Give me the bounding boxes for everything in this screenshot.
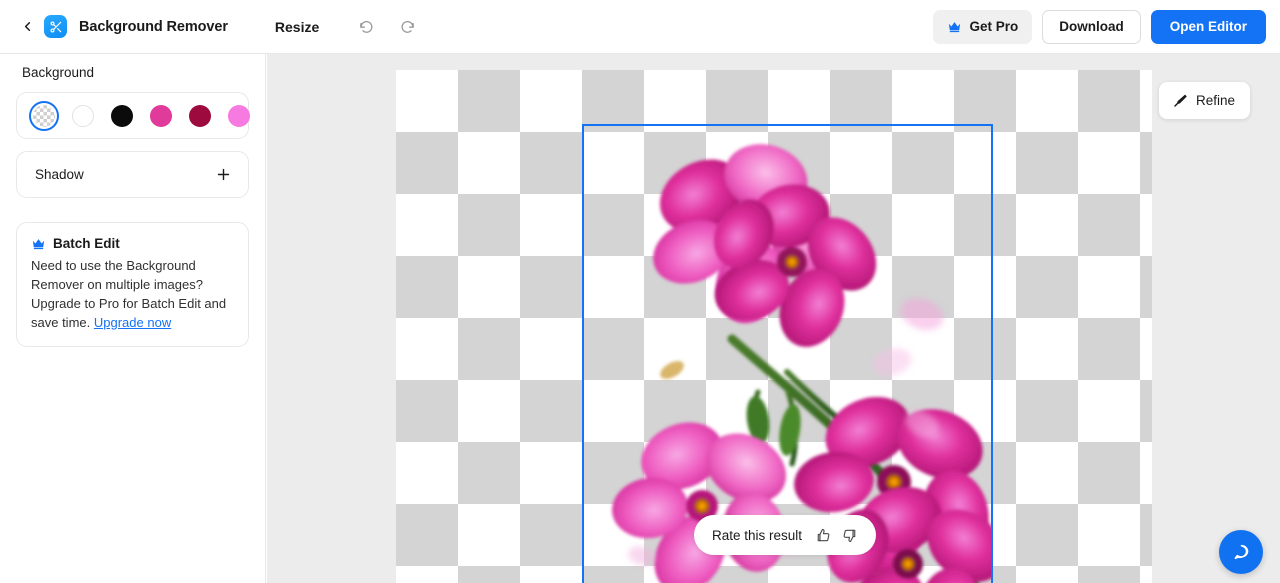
swatch-dark-maroon[interactable] [185,101,215,131]
rate-result-label: Rate this result [712,527,803,543]
refine-label: Refine [1195,93,1235,108]
thumbs-down-button[interactable] [841,527,858,544]
upgrade-now-link[interactable]: Upgrade now [94,315,171,330]
app-header: Background Remover Resize Get Pro Downlo… [0,0,1280,54]
batch-edit-title: Batch Edit [53,236,120,251]
thumbs-up-icon [817,528,830,541]
swatch-white[interactable] [68,101,98,131]
chevron-left-icon [24,22,30,31]
background-section-label: Background [22,65,95,80]
batch-edit-body: Need to use the Background Remover on mu… [31,256,234,332]
crown-icon [32,239,45,250]
canvas-area[interactable]: Refine Rate this result [267,54,1280,583]
resize-button[interactable]: Resize [269,15,325,39]
shadow-row[interactable]: Shadow [16,151,249,198]
white-swatch [72,104,94,127]
sidebar: Background Shadow Batch Edit Need to use… [0,54,328,583]
undo-button[interactable] [351,12,381,42]
plus-icon [217,168,230,181]
transparent-checker-icon [33,104,55,127]
redo-button[interactable] [392,12,422,42]
thumbs-up-button[interactable] [815,527,832,544]
download-button[interactable]: Download [1042,9,1141,44]
crown-icon [949,22,961,33]
undo-icon [359,20,373,33]
black-swatch [111,104,133,127]
chat-bubble-icon [1234,544,1248,559]
swatch-magenta[interactable] [146,101,176,131]
swatch-light-pink[interactable] [224,101,254,131]
batch-edit-card: Batch Edit Need to use the Background Re… [16,222,249,347]
magenta-swatch [150,104,172,127]
header-actions: Get Pro Download Open Editor [933,9,1266,44]
thumbs-down-icon [843,529,856,542]
help-beacon-button[interactable] [1219,530,1263,574]
light-pink-swatch [228,104,250,127]
back-button[interactable] [14,14,40,40]
add-shadow-button[interactable] [215,166,232,183]
swatch-transparent[interactable] [29,100,59,131]
swatch-black[interactable] [107,101,137,131]
shadow-label: Shadow [35,167,84,182]
open-editor-button[interactable]: Open Editor [1150,9,1266,44]
scissors-icon [44,15,67,38]
page-title: Background Remover [79,18,228,35]
rate-result-pill: Rate this result [694,515,877,555]
dark-maroon-swatch [189,104,211,127]
batch-edit-header: Batch Edit [31,236,234,251]
redo-icon [401,20,414,33]
get-pro-button[interactable]: Get Pro [933,9,1033,44]
refine-button[interactable]: Refine [1158,82,1250,119]
brush-icon [1174,94,1187,107]
get-pro-label: Get Pro [969,19,1019,34]
background-swatch-panel [16,92,328,139]
